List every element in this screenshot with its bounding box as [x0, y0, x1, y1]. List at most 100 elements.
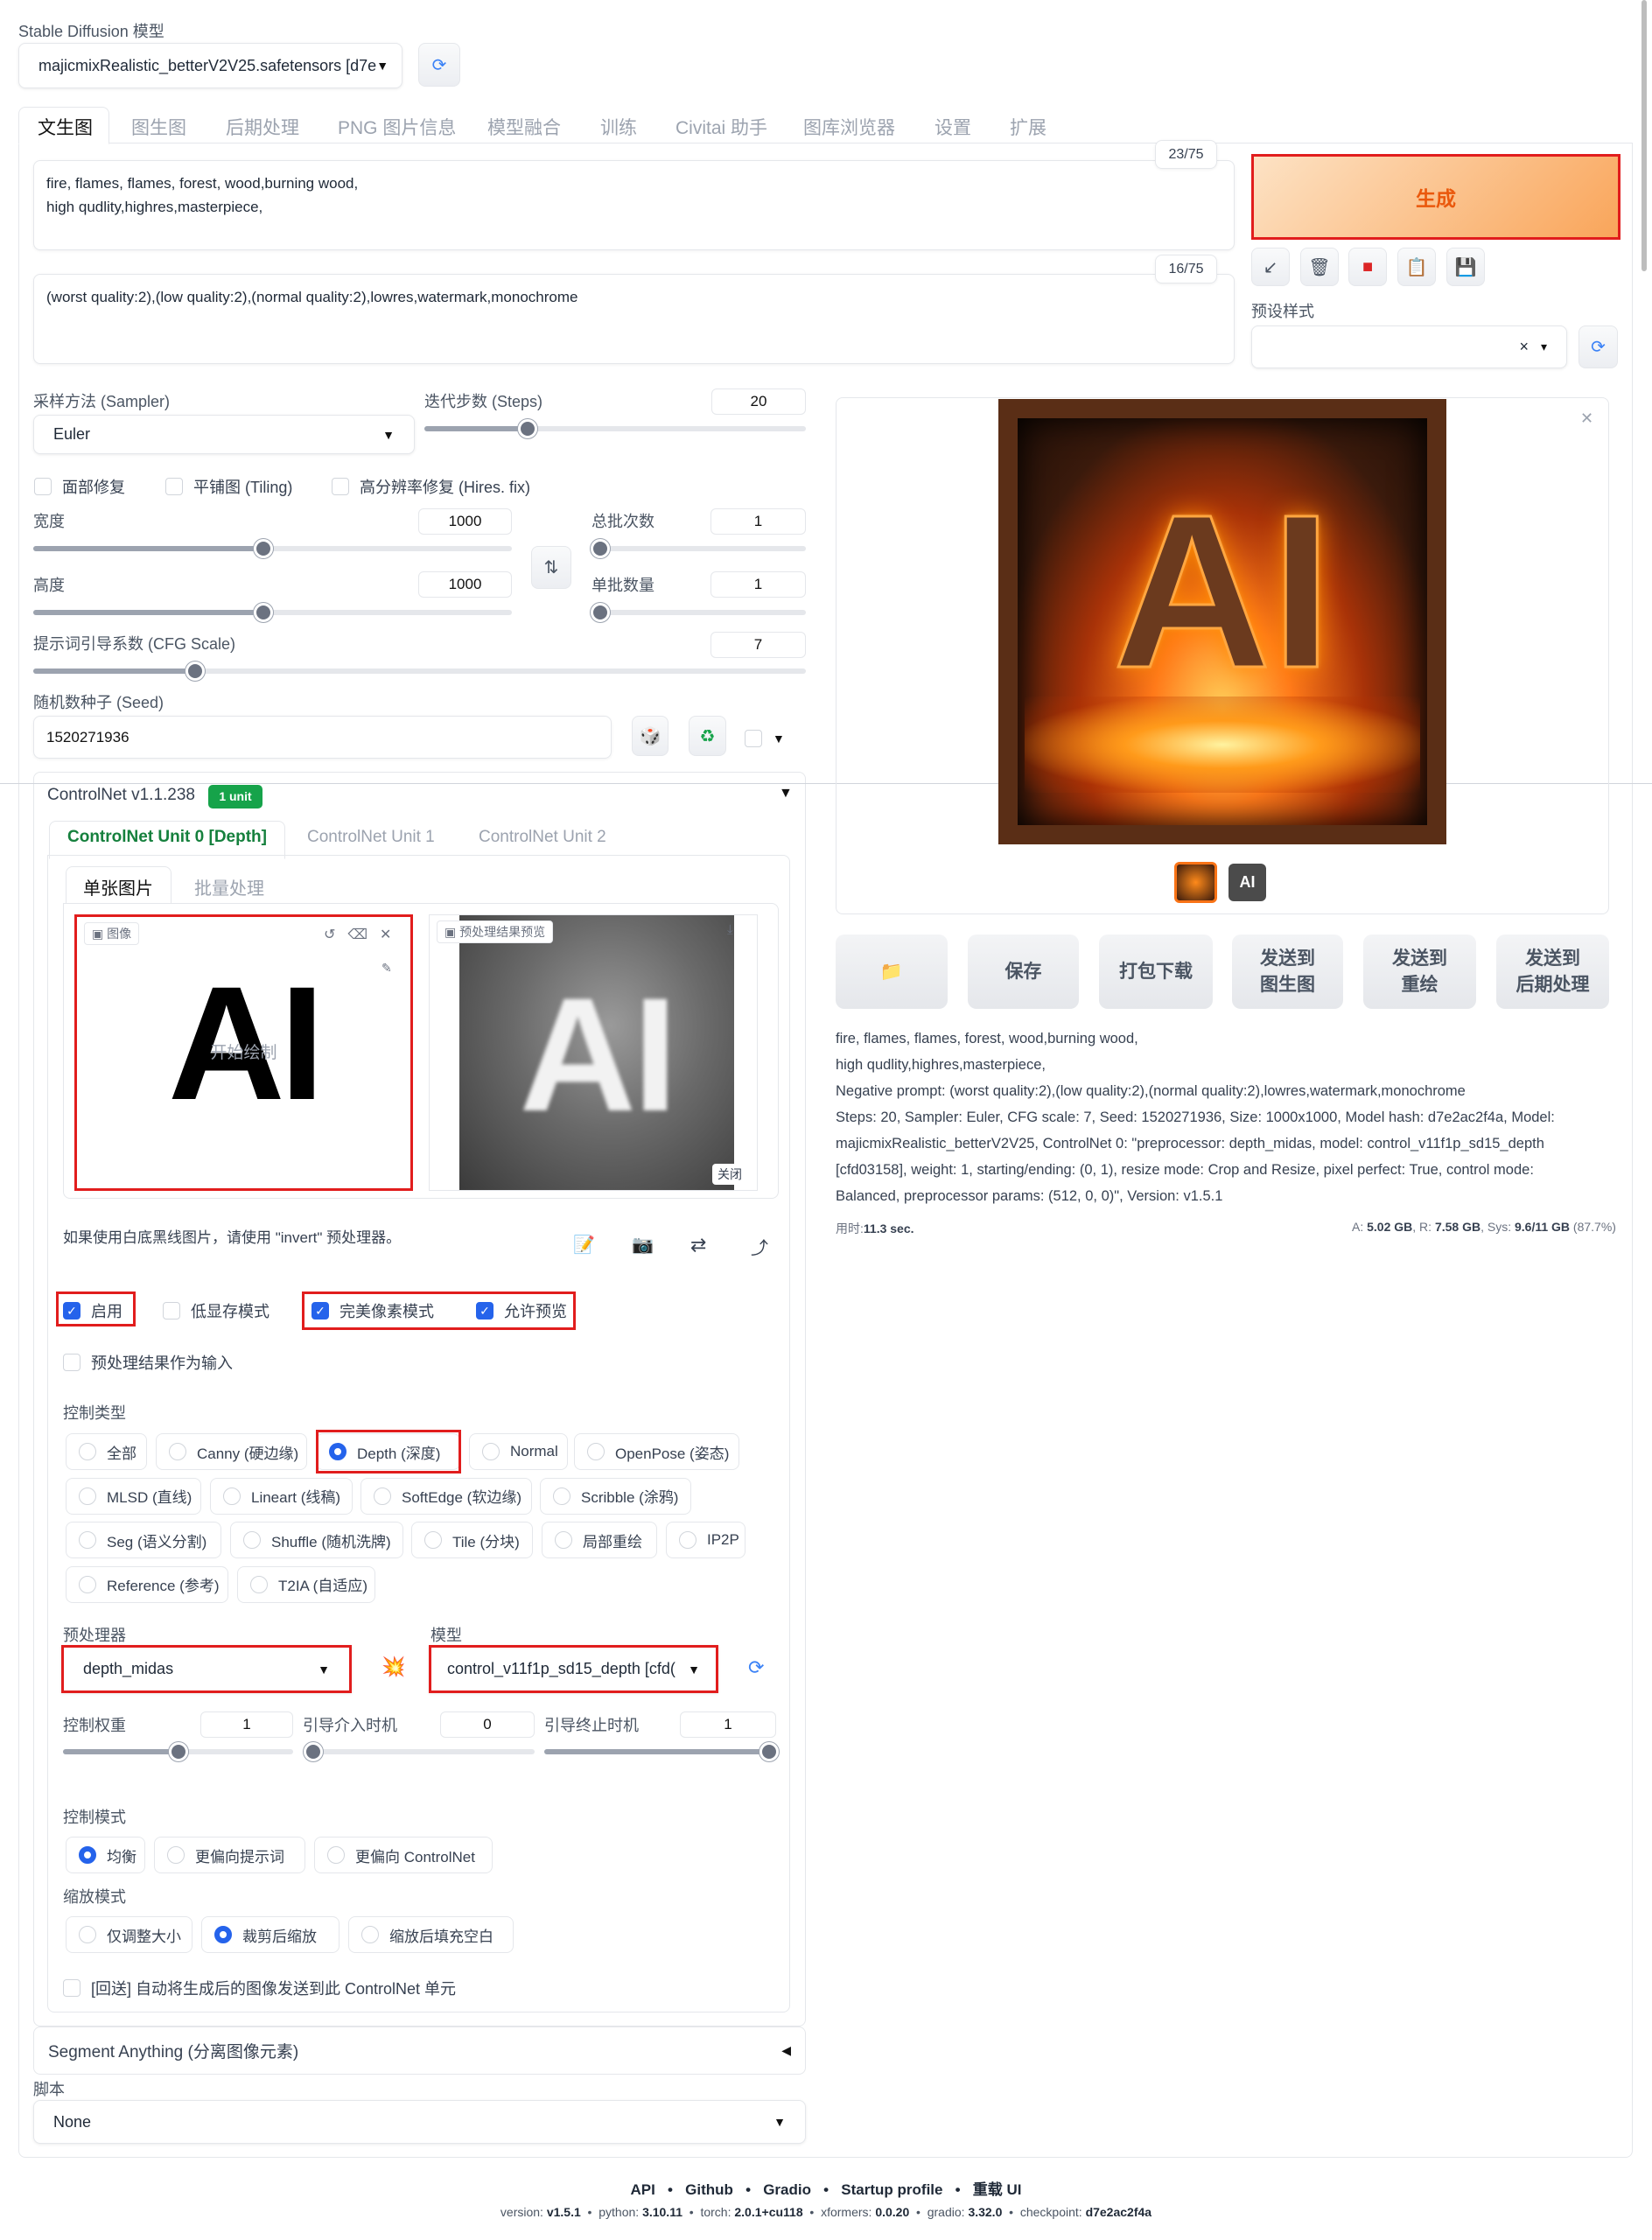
- radio-option[interactable]: Tile (分块): [411, 1522, 533, 1558]
- batch-size-slider-thumb[interactable]: [591, 603, 610, 622]
- footer-link[interactable]: 重载 UI: [973, 2181, 1022, 2198]
- send-to-img2img-button[interactable]: 发送到 图生图: [1232, 934, 1343, 1009]
- edit-icon[interactable]: 📝: [573, 1234, 595, 1256]
- seed-input[interactable]: 1520271936: [33, 716, 612, 759]
- read-params-icon[interactable]: ↙: [1251, 248, 1290, 286]
- tab-settings[interactable]: 设置: [934, 114, 971, 140]
- weight-input[interactable]: 1: [200, 1712, 293, 1738]
- radio-option[interactable]: 均衡: [66, 1837, 145, 1873]
- hires-fix-checkbox[interactable]: 高分辨率修复 (Hires. fix): [332, 475, 530, 498]
- steps-slider[interactable]: [424, 419, 806, 438]
- open-folder-button[interactable]: 📁: [836, 934, 948, 1009]
- radio-option[interactable]: Lineart (线稿): [210, 1477, 353, 1515]
- allow-preview-checkbox[interactable]: ✓ 允许预览: [476, 1299, 567, 1322]
- close-gallery-icon[interactable]: ✕: [1580, 410, 1593, 428]
- tab-single-image[interactable]: 单张图片: [83, 874, 153, 900]
- collapse-triangle-icon[interactable]: ▼: [779, 786, 793, 802]
- footer-link[interactable]: Gradio: [763, 2181, 811, 2198]
- eraser-icon[interactable]: ⌫: [347, 926, 368, 943]
- radio-option[interactable]: OpenPose (姿态): [574, 1433, 739, 1470]
- radio-option[interactable]: IP2P: [666, 1522, 746, 1558]
- model-dropdown[interactable]: majicmixRealistic_betterV2V25.safetensor…: [18, 43, 402, 88]
- loopback-checkbox[interactable]: [回送] 自动将生成后的图像发送到此 ControlNet 单元: [63, 1977, 456, 1999]
- height-input[interactable]: 1000: [418, 571, 512, 598]
- start-step-input[interactable]: 0: [440, 1712, 535, 1738]
- tab-img2img[interactable]: 图生图: [131, 114, 186, 140]
- radio-option[interactable]: 更偏向提示词: [154, 1837, 305, 1873]
- swap-dimensions-icon[interactable]: ⇅: [531, 546, 571, 589]
- tab-civitai[interactable]: Civitai 助手: [676, 114, 767, 140]
- end-step-slider-thumb[interactable]: [760, 1742, 779, 1761]
- extra-seed-checkbox[interactable]: ▼: [745, 730, 785, 747]
- trash-icon[interactable]: 🗑: [1300, 248, 1339, 286]
- preview-as-input-checkbox[interactable]: 预处理结果作为输入: [63, 1351, 233, 1374]
- batch-size-input[interactable]: 1: [710, 571, 806, 598]
- steps-input[interactable]: 20: [711, 388, 806, 415]
- weight-slider[interactable]: [63, 1742, 293, 1761]
- batch-size-slider[interactable]: [591, 603, 806, 622]
- tab-gallery[interactable]: 图库浏览器: [803, 114, 895, 140]
- tab-png-info[interactable]: PNG 图片信息: [338, 114, 456, 140]
- save-style-icon[interactable]: 💾: [1446, 248, 1485, 286]
- generated-image[interactable]: AI: [998, 399, 1446, 844]
- tab-controlnet-unit-1[interactable]: ControlNet Unit 1: [307, 828, 435, 847]
- download-icon[interactable]: ⤓: [727, 922, 733, 937]
- height-slider[interactable]: [33, 603, 512, 622]
- radio-option[interactable]: 全部: [66, 1433, 147, 1470]
- refresh-icon[interactable]: ⟳: [418, 43, 460, 87]
- width-input[interactable]: 1000: [418, 508, 512, 535]
- save-button[interactable]: 保存: [968, 934, 1079, 1009]
- script-dropdown[interactable]: None ▼: [33, 2100, 806, 2144]
- batch-count-slider[interactable]: [591, 539, 806, 558]
- radio-option[interactable]: Reference (参考): [66, 1565, 228, 1603]
- footer-link[interactable]: API: [631, 2181, 655, 2198]
- cfg-slider[interactable]: [33, 662, 806, 681]
- prompt-textarea[interactable]: fire, flames, flames, forest, wood,burni…: [33, 160, 1235, 250]
- radio-option[interactable]: T2IA (自适应): [237, 1565, 375, 1603]
- send-dimensions-icon[interactable]: ⤴: [751, 1234, 768, 1259]
- send-to-inpaint-button[interactable]: 发送到 重绘: [1363, 934, 1476, 1009]
- refresh-styles-icon[interactable]: ⟳: [1578, 326, 1618, 368]
- end-step-input[interactable]: 1: [680, 1712, 776, 1738]
- tab-controlnet-unit-2[interactable]: ControlNet Unit 2: [479, 828, 606, 847]
- enable-checkbox[interactable]: ✓ 启用: [63, 1299, 122, 1322]
- cfg-input[interactable]: 7: [710, 632, 806, 658]
- close-preview-button[interactable]: 关闭: [712, 1164, 747, 1185]
- radio-option[interactable]: 更偏向 ControlNet: [314, 1837, 493, 1873]
- clipboard-icon[interactable]: 📋: [1397, 248, 1436, 286]
- extra-networks-icon[interactable]: ■: [1348, 248, 1387, 286]
- radio-option[interactable]: MLSD (直线): [66, 1477, 201, 1515]
- pixel-perfect-checkbox[interactable]: ✓ 完美像素模式: [312, 1299, 434, 1322]
- end-step-slider[interactable]: [544, 1742, 779, 1761]
- recycle-icon[interactable]: ♻: [689, 716, 726, 756]
- tab-batch[interactable]: 批量处理: [194, 874, 264, 900]
- generate-button[interactable]: 生成: [1251, 154, 1620, 240]
- radio-option[interactable]: Shuffle (随机洗牌): [230, 1522, 403, 1558]
- tab-txt2img[interactable]: 文生图: [38, 114, 93, 140]
- segment-anything-accordion[interactable]: Segment Anything (分离图像元素) ◀: [33, 2026, 806, 2075]
- footer-link[interactable]: Github: [685, 2181, 733, 2198]
- radio-option[interactable]: Seg (语义分割): [66, 1522, 221, 1558]
- undo-icon[interactable]: ↺: [324, 926, 335, 943]
- height-slider-thumb[interactable]: [253, 603, 273, 622]
- tab-controlnet-unit-0[interactable]: ControlNet Unit 0 [Depth]: [67, 828, 267, 847]
- start-step-slider[interactable]: [304, 1742, 535, 1761]
- radio-option[interactable]: Canny (硬边缘): [156, 1433, 307, 1470]
- batch-count-input[interactable]: 1: [710, 508, 806, 535]
- radio-option[interactable]: Normal: [469, 1433, 568, 1470]
- styles-dropdown[interactable]: × ▾: [1251, 326, 1567, 368]
- radio-option[interactable]: SoftEdge (软边缘): [360, 1477, 532, 1515]
- sampler-dropdown[interactable]: Euler ▼: [33, 415, 415, 454]
- negative-prompt-textarea[interactable]: (worst quality:2),(low quality:2),(norma…: [33, 274, 1235, 364]
- width-slider[interactable]: [33, 539, 512, 558]
- radio-option[interactable]: Scribble (涂鸦): [540, 1477, 691, 1515]
- tiling-checkbox[interactable]: 平铺图 (Tiling): [165, 475, 292, 498]
- low-vram-checkbox[interactable]: 低显存模式: [163, 1299, 270, 1322]
- tab-extras[interactable]: 后期处理: [226, 114, 299, 140]
- cn-model-dropdown[interactable]: control_v11f1p_sd15_depth [cfd(▼: [429, 1645, 718, 1693]
- tab-train[interactable]: 训练: [600, 114, 637, 140]
- steps-slider-thumb[interactable]: [517, 419, 537, 438]
- radio-option[interactable]: 仅调整大小: [66, 1916, 192, 1953]
- preprocessor-dropdown[interactable]: depth_midas ▼: [61, 1645, 352, 1693]
- batch-count-slider-thumb[interactable]: [591, 539, 610, 558]
